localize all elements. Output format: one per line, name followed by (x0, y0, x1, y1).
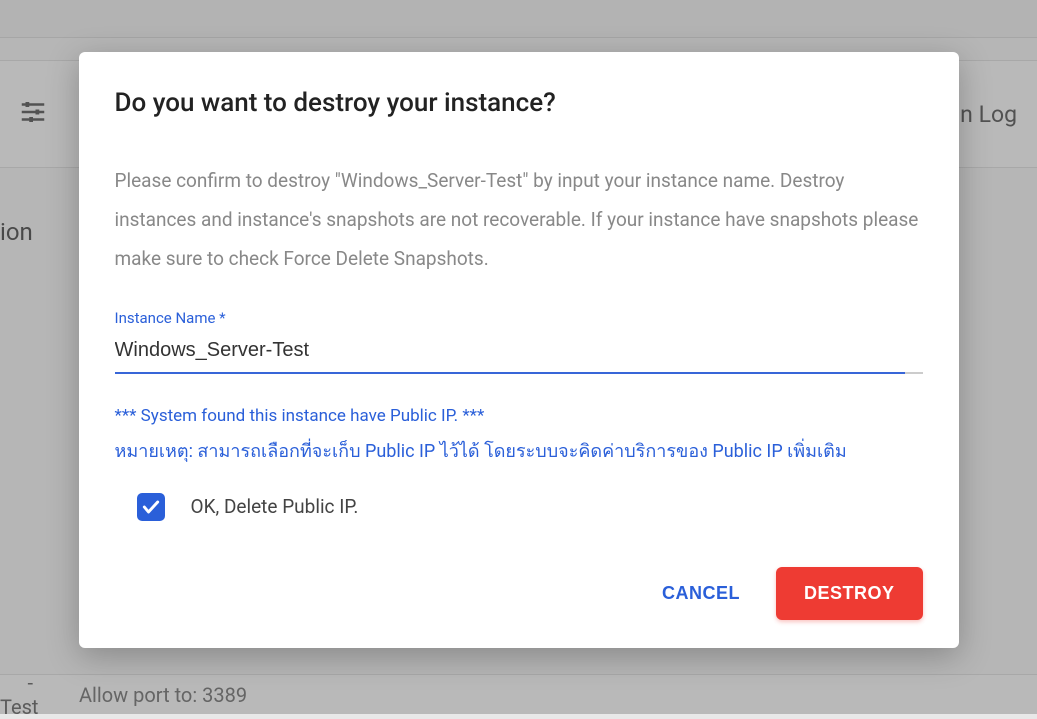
dialog-title: Do you want to destroy your instance? (115, 88, 923, 118)
destroy-button[interactable]: DESTROY (776, 567, 923, 620)
delete-public-ip-checkbox-row: OK, Delete Public IP. (137, 493, 923, 521)
public-ip-notice-english: *** System found this instance have Publ… (115, 406, 923, 426)
instance-name-field-group: Instance Name * (115, 309, 923, 374)
input-underline-decoration (905, 372, 923, 374)
dialog-actions: CANCEL DESTROY (115, 567, 923, 620)
delete-public-ip-checkbox[interactable] (137, 493, 165, 521)
modal-overlay: Do you want to destroy your instance? Pl… (0, 0, 1037, 714)
instance-name-label: Instance Name * (115, 309, 923, 327)
input-wrapper (115, 333, 923, 374)
delete-public-ip-label: OK, Delete Public IP. (191, 495, 359, 518)
cancel-button[interactable]: CANCEL (654, 573, 748, 614)
checkmark-icon (141, 497, 161, 517)
dialog-description: Please confirm to destroy "Windows_Serve… (115, 162, 923, 279)
instance-name-input[interactable] (115, 333, 923, 374)
public-ip-notice-thai: หมายเหตุ: สามารถเลือกที่จะเก็บ Public IP… (115, 436, 923, 465)
destroy-instance-dialog: Do you want to destroy your instance? Pl… (79, 52, 959, 648)
